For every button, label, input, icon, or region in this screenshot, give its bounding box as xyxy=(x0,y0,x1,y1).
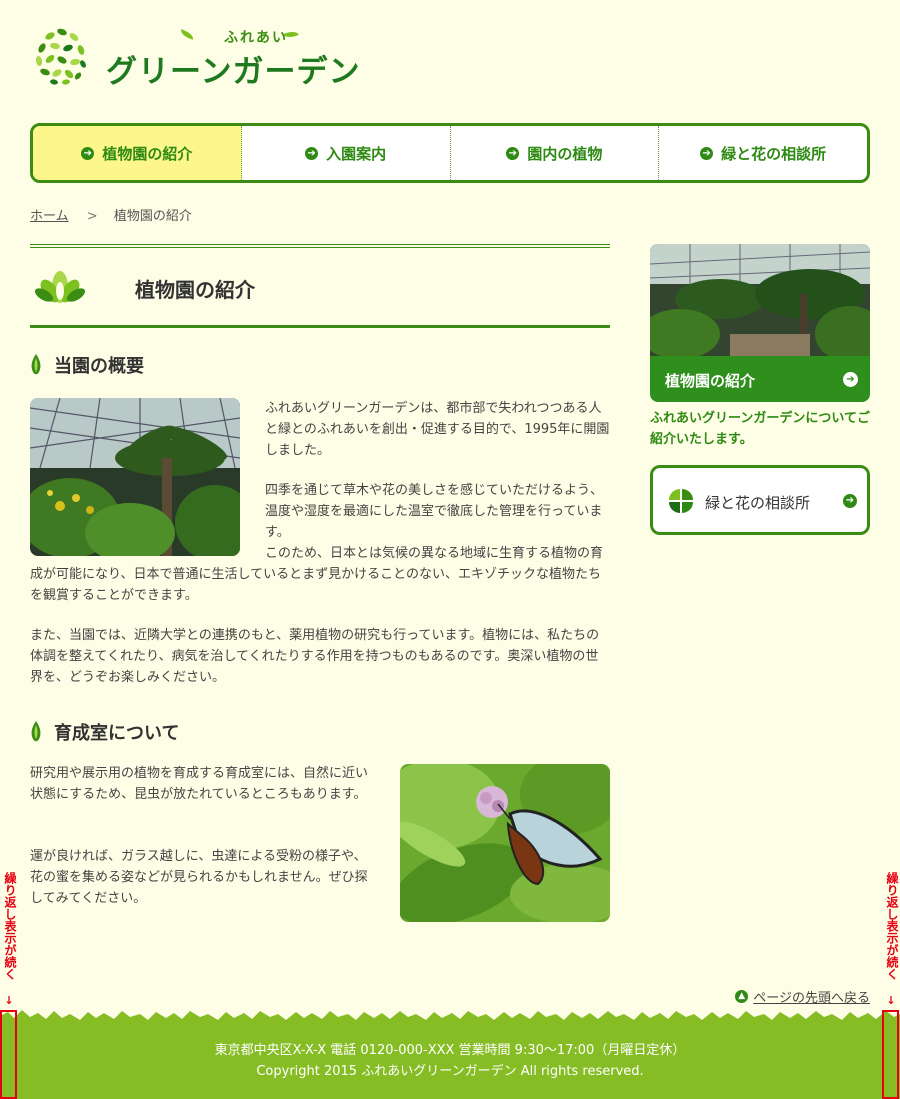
repeat-box-left xyxy=(0,1010,17,1099)
nav-item-label: 入園案内 xyxy=(326,144,387,163)
page-title-box: 植物園の紹介 xyxy=(30,244,610,328)
arrow-right-circle-icon: ➔ xyxy=(700,146,714,160)
logo-title: グリーンガーデン xyxy=(106,54,361,90)
breadcrumb: ホーム > 植物園の紹介 xyxy=(30,205,192,224)
footer-address: 東京都中央区X-X-X 電話 0120-000-XXX 営業時間 9:30～17… xyxy=(214,1043,686,1058)
nursery-paragraph-1: 研究用や展示用の植物を育成する育成室には、自然に近い状態にするため、昆虫が放たれ… xyxy=(30,766,369,802)
sidebar-about-card[interactable]: 植物園の紹介 ➔ xyxy=(650,244,870,402)
nav-item-admission[interactable]: ➔ 入園案内 xyxy=(242,126,451,180)
arrow-right-circle-icon: ➔ xyxy=(843,494,857,508)
global-nav: ➔ 植物園の紹介 ➔ 入園案内 ➔ 園内の植物 ➔ 緑と花の相談所 xyxy=(30,123,870,183)
leaf-drop-icon xyxy=(31,721,41,742)
butterfly-photo xyxy=(400,764,610,922)
arrow-down-icon: ↓ xyxy=(4,994,14,1007)
arrow-up-circle-icon: ▲ xyxy=(735,990,749,1003)
arrow-right-circle-icon: ➔ xyxy=(305,146,319,160)
section-heading-text: 当園の概要 xyxy=(54,356,144,377)
section-heading-text: 育成室について xyxy=(54,723,180,744)
logo-leaf-left-icon xyxy=(179,29,195,40)
nav-item-label: 園内の植物 xyxy=(527,144,603,163)
lotus-icon xyxy=(34,271,86,303)
leaf-drop-icon xyxy=(31,354,41,375)
breadcrumb-separator: > xyxy=(86,209,98,224)
nav-item-label: 緑と花の相談所 xyxy=(721,144,827,163)
arrow-right-circle-icon: ➔ xyxy=(843,372,858,387)
sidebar-consultation-button[interactable]: 緑と花の相談所 ➔ xyxy=(650,465,870,535)
sidebar-greenhouse-photo xyxy=(650,244,870,356)
section-heading-overview: 当園の概要 xyxy=(30,352,144,378)
logo-subtitle: ふれあい xyxy=(224,30,288,46)
overview-paragraph-1: ふれあいグリーンガーデンは、都市部で失われつつある人と緑とのふれあいを創出・促進… xyxy=(265,401,610,458)
overview-paragraph-2a: 四季を通じて草木や花の美しさを感じていただけるよう、温度や湿度を最適にした温室で… xyxy=(265,483,604,540)
sidebar-card-label: 植物園の紹介 xyxy=(665,372,756,390)
repeat-box-right xyxy=(882,1010,899,1099)
breadcrumb-home-link[interactable]: ホーム xyxy=(30,209,69,224)
page-top-link[interactable]: ▲ ページの先頭へ戻る xyxy=(735,987,870,1006)
arrow-down-icon: ↓ xyxy=(886,994,896,1007)
footer-copyright: Copyright 2015 ふれあいグリーンガーデン All rights r… xyxy=(256,1064,644,1079)
footer-body: 東京都中央区X-X-X 電話 0120-000-XXX 営業時間 9:30～17… xyxy=(0,1022,900,1099)
sidebar-consultation-label: 緑と花の相談所 xyxy=(705,494,811,512)
nav-item-plants[interactable]: ➔ 園内の植物 xyxy=(451,126,660,180)
repeat-annotation-left: 繰り返し表示が続く xyxy=(3,872,17,980)
overview-paragraph-3: また、当園では、近隣大学との連携のもと、薬用植物の研究も行っています。植物には、… xyxy=(30,628,600,685)
site-logo[interactable]: ふれあい グリーンガーデン xyxy=(30,24,361,90)
breadcrumb-current: 植物園の紹介 xyxy=(113,209,192,224)
page-top-label: ページの先頭へ戻る xyxy=(753,991,870,1006)
nav-item-consultation[interactable]: ➔ 緑と花の相談所 xyxy=(659,126,867,180)
nursery-paragraph-2: 運が良ければ、ガラス越しに、虫達による受粉の様子や、花の蜜を集める姿などが見られ… xyxy=(30,849,368,906)
arrow-right-circle-icon: ➔ xyxy=(506,146,520,160)
logo-tree-icon xyxy=(31,25,91,85)
page-title: 植物園の紹介 xyxy=(135,278,255,302)
repeat-annotation-right: 繰り返し表示が続く xyxy=(885,872,899,980)
nav-item-about[interactable]: ➔ 植物園の紹介 xyxy=(33,126,242,180)
overview-paragraph-2b: このため、日本とは気候の異なる地域に生育する植物の育成が可能になり、日本で普通に… xyxy=(30,546,604,603)
clover-icon xyxy=(669,489,693,513)
section-heading-nursery: 育成室について xyxy=(30,719,179,745)
nav-item-label: 植物園の紹介 xyxy=(102,144,193,163)
greenhouse-photo xyxy=(30,398,240,556)
footer: 東京都中央区X-X-X 電話 0120-000-XXX 営業時間 9:30～17… xyxy=(0,1010,900,1099)
sidebar-card-description: ふれあいグリーンガーデンについてご紹介いたします。 xyxy=(650,411,870,447)
arrow-right-circle-icon: ➔ xyxy=(81,146,95,160)
